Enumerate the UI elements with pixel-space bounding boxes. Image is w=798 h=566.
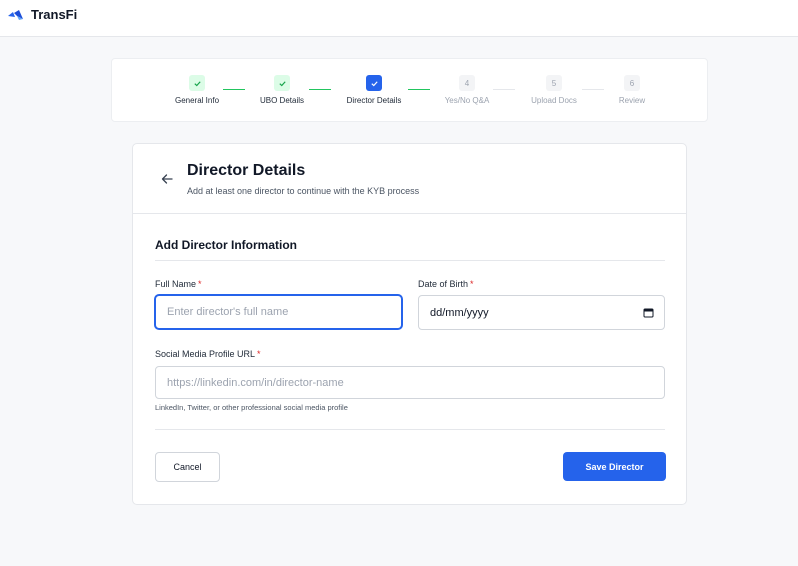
full-name-label: Full Name *: [155, 279, 202, 289]
step-director-details[interactable]: Director Details: [334, 75, 414, 105]
step-yes-no-qa[interactable]: 4 Yes/No Q&A: [427, 75, 507, 105]
section-divider: [155, 260, 665, 261]
calendar-icon[interactable]: [643, 307, 654, 318]
step-check-icon: [189, 75, 205, 91]
step-label: Upload Docs: [531, 96, 577, 105]
step-general-info[interactable]: General Info: [157, 75, 237, 105]
page-subtitle: Add at least one director to continue wi…: [187, 186, 420, 196]
step-number: 4: [459, 75, 475, 91]
full-name-label-text: Full Name: [155, 279, 197, 289]
required-mark: *: [470, 279, 474, 289]
step-number: 5: [546, 75, 562, 91]
dob-label: Date of Birth *: [418, 279, 474, 289]
card-header: Director Details Add at least one direct…: [133, 144, 686, 214]
brand-name: TransFi: [31, 7, 78, 22]
arrow-left-icon: [161, 174, 173, 184]
step-number: 6: [624, 75, 640, 91]
transfi-logo-icon: [8, 9, 23, 20]
director-details-card: Director Details Add at least one direct…: [132, 143, 687, 505]
social-url-input[interactable]: [155, 366, 665, 399]
step-label: Director Details: [346, 96, 402, 105]
step-connector: [309, 89, 331, 90]
step-check-icon: [274, 75, 290, 91]
step-check-icon: [366, 75, 382, 91]
step-label: Review: [618, 96, 646, 105]
required-mark: *: [198, 279, 202, 289]
step-review[interactable]: 6 Review: [592, 75, 672, 105]
social-url-label-text: Social Media Profile URL: [155, 349, 256, 359]
step-label: Yes/No Q&A: [444, 96, 490, 105]
date-of-birth-value: dd/mm/yyyy: [430, 306, 489, 319]
top-bar: TransFi: [0, 0, 798, 37]
step-ubo-details[interactable]: UBO Details: [242, 75, 322, 105]
step-label: General Info: [174, 96, 220, 105]
page-title: Director Details: [187, 162, 306, 179]
brand[interactable]: TransFi: [8, 7, 77, 22]
dob-label-text: Date of Birth: [418, 279, 469, 289]
back-button[interactable]: [160, 172, 174, 186]
step-connector: [493, 89, 515, 90]
footer-divider: [155, 429, 665, 430]
step-upload-docs[interactable]: 5 Upload Docs: [514, 75, 594, 105]
date-of-birth-input[interactable]: dd/mm/yyyy: [418, 295, 665, 330]
section-title: Add Director Information: [155, 238, 298, 252]
progress-stepper: General Info UBO Details Director Detail…: [111, 58, 708, 122]
cancel-button[interactable]: Cancel: [155, 452, 220, 482]
social-url-label: Social Media Profile URL *: [155, 349, 261, 359]
step-label: UBO Details: [259, 96, 304, 105]
save-director-button[interactable]: Save Director: [563, 452, 666, 481]
full-name-input[interactable]: [155, 295, 402, 329]
required-mark: *: [257, 349, 261, 359]
social-url-helper: LinkedIn, Twitter, or other professional…: [155, 403, 348, 412]
